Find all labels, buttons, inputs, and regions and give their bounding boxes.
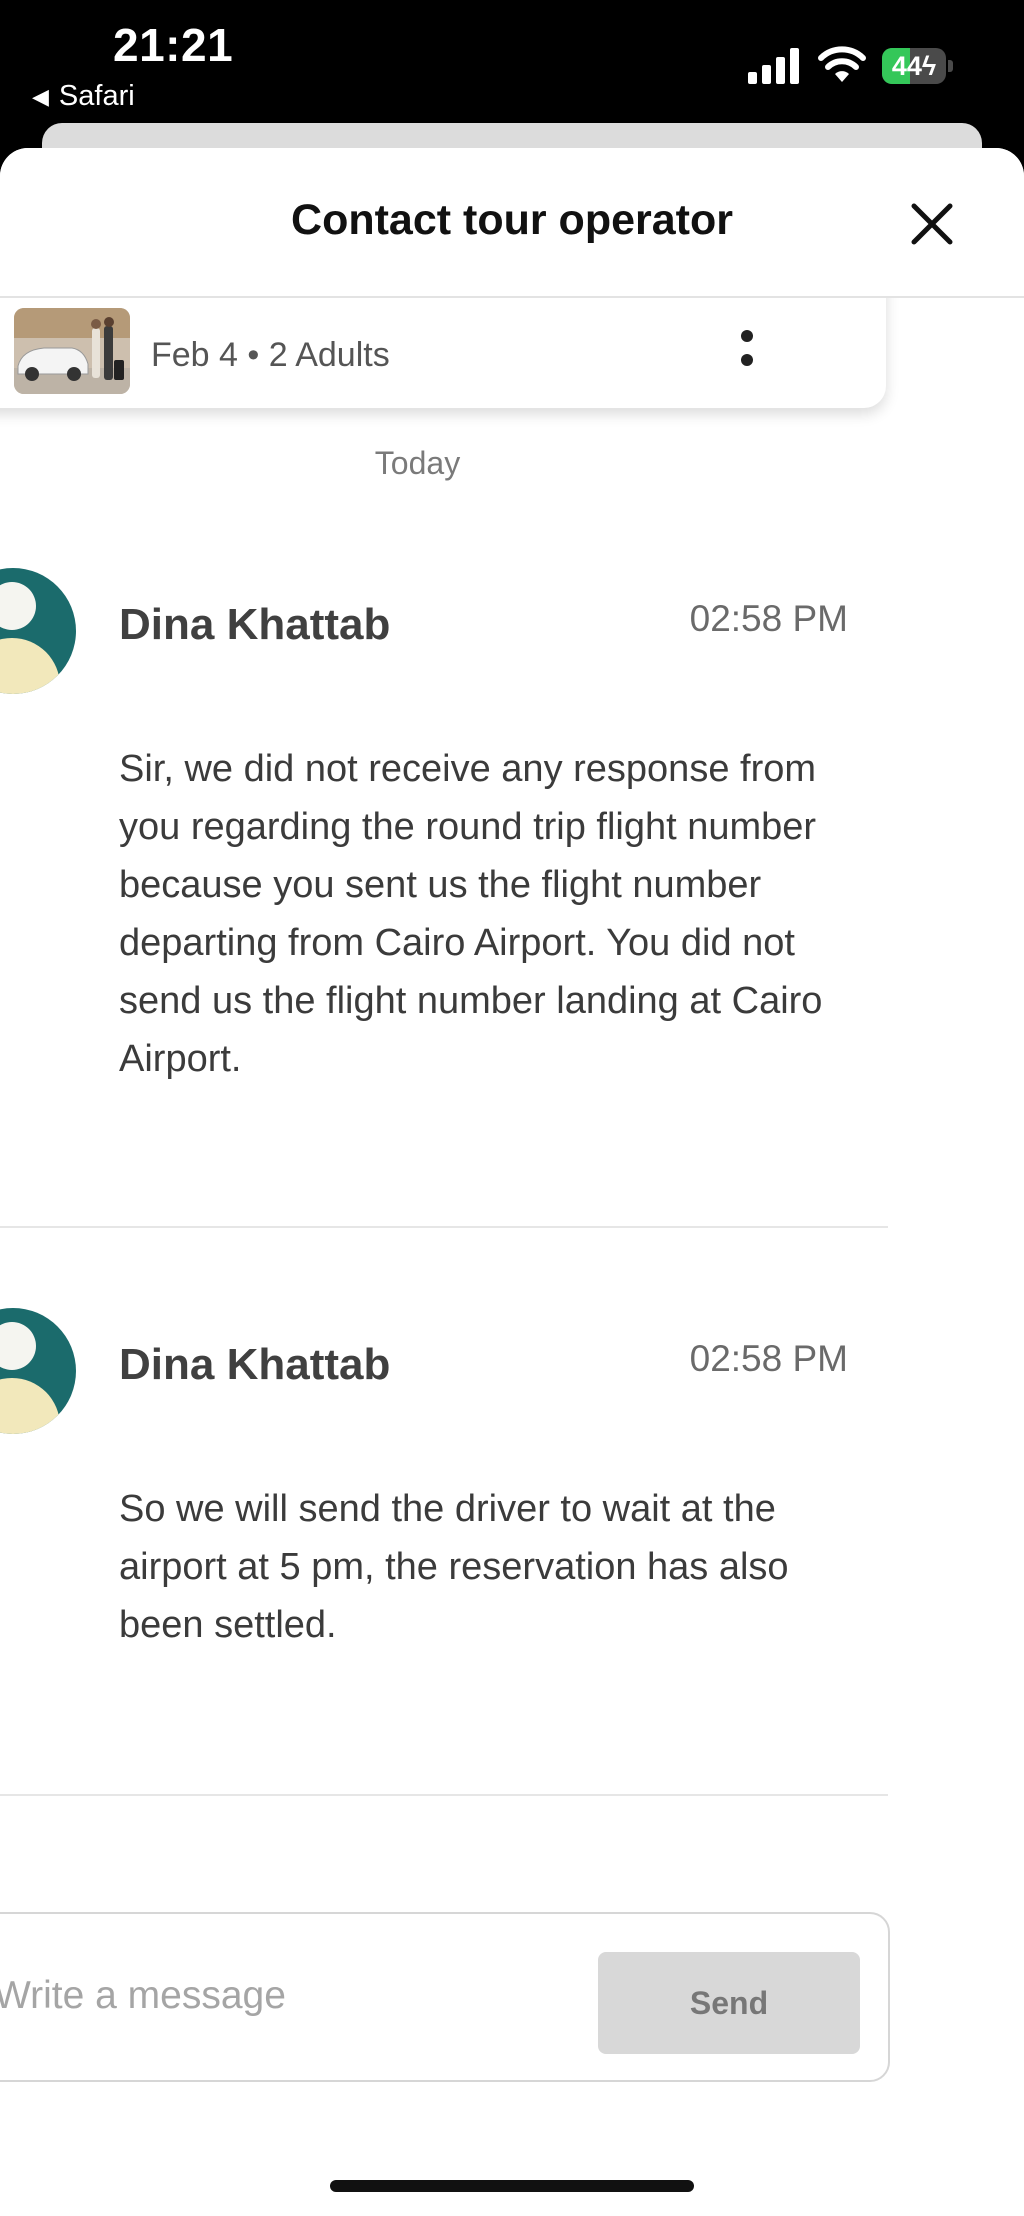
send-button[interactable]: Send (598, 1952, 860, 2054)
tour-thumbnail (14, 308, 130, 394)
booking-meta: Feb 4 • 2 Adults (151, 336, 390, 374)
contact-sheet: Contact tour operator Feb 4 • 2 Adults T… (0, 148, 1024, 2216)
cellular-signal-icon (748, 48, 799, 84)
message-composer: Send (0, 1912, 890, 2082)
page-title: Contact tour operator (291, 196, 733, 244)
message-time: 02:58 PM (689, 1338, 848, 1379)
message-divider (0, 1794, 888, 1796)
more-options-icon[interactable] (732, 324, 762, 384)
battery-level: 44ϟ (891, 51, 937, 81)
message-time: 02:58 PM (689, 598, 848, 639)
message-text: Sir, we did not receive any response fro… (119, 748, 823, 1080)
avatar (0, 1308, 76, 1434)
tour-image (14, 308, 130, 394)
charging-bolt-icon: ϟ (921, 51, 937, 81)
message-input[interactable] (0, 1960, 556, 2032)
status-time: 21:21 (113, 19, 234, 71)
message-sender: Dina Khattab (119, 1340, 391, 1389)
avatar (0, 568, 76, 694)
battery-icon: 44ϟ (882, 48, 954, 86)
sheet-header: Contact tour operator (0, 148, 1024, 298)
day-separator: Today (374, 445, 461, 481)
message-divider (0, 1226, 888, 1228)
wifi-icon (818, 46, 866, 82)
message-text: So we will send the driver to wait at th… (119, 1488, 789, 1646)
back-triangle-icon: ◀ (32, 83, 49, 109)
back-to-app-link[interactable]: ◀ Safari (32, 80, 135, 113)
home-indicator[interactable] (330, 2180, 694, 2192)
back-app-label: Safari (58, 80, 135, 112)
close-icon[interactable] (900, 192, 964, 256)
message-sender: Dina Khattab (119, 600, 391, 649)
